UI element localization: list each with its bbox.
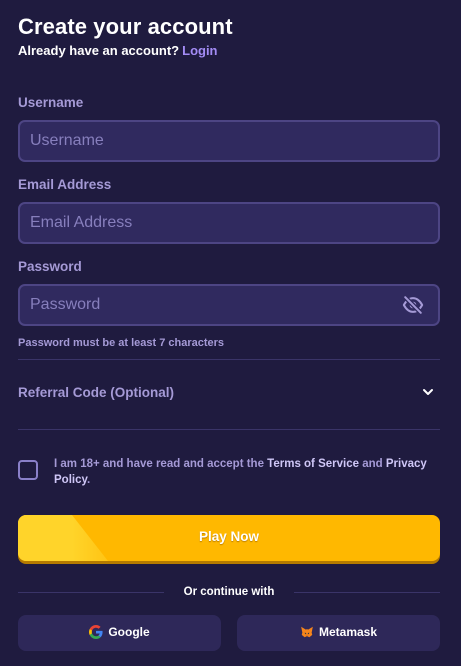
password-hint: Password must be at least 7 characters bbox=[18, 337, 225, 349]
password-field-box bbox=[18, 284, 440, 326]
email-label: Email Address bbox=[18, 177, 112, 192]
play-now-label: Play Now bbox=[198, 529, 260, 544]
metamask-button[interactable]: Metamask bbox=[237, 615, 440, 651]
metamask-label: Metamask bbox=[318, 625, 378, 639]
username-field-box bbox=[18, 120, 440, 162]
password-input[interactable] bbox=[30, 286, 388, 324]
username-input[interactable] bbox=[30, 122, 388, 160]
google-icon bbox=[89, 625, 103, 639]
google-button[interactable]: Google bbox=[18, 615, 221, 651]
google-label: Google bbox=[108, 625, 150, 639]
referral-code-toggle[interactable]: Referral Code (Optional) bbox=[18, 372, 440, 412]
terms-text: I am 18+ and have read and accept the Te… bbox=[54, 456, 440, 488]
login-prompt: Already have an account? Login bbox=[18, 43, 218, 58]
terms-prefix: I am 18+ and have read and accept the bbox=[54, 458, 264, 470]
terms-suffix: . bbox=[87, 474, 91, 486]
divider-right bbox=[294, 592, 440, 593]
page-title: Create your account bbox=[18, 14, 233, 39]
login-link[interactable]: Login bbox=[182, 43, 217, 58]
email-input[interactable] bbox=[30, 204, 388, 242]
terms-checkbox[interactable] bbox=[18, 460, 38, 480]
terms-of-service-link[interactable]: Terms of Service bbox=[267, 458, 359, 470]
play-now-button[interactable]: Play Now bbox=[18, 515, 440, 561]
referral-code-label: Referral Code (Optional) bbox=[18, 385, 175, 400]
terms-and: and bbox=[362, 458, 383, 470]
email-field-box bbox=[18, 202, 440, 244]
eye-off-icon[interactable] bbox=[402, 294, 424, 316]
chevron-down-icon bbox=[423, 389, 433, 395]
divider bbox=[18, 429, 440, 430]
password-label: Password bbox=[18, 259, 82, 274]
metamask-fox-icon bbox=[301, 626, 313, 638]
login-prompt-text: Already have an account? bbox=[18, 43, 180, 58]
divider bbox=[18, 359, 440, 360]
username-label: Username bbox=[18, 95, 84, 110]
